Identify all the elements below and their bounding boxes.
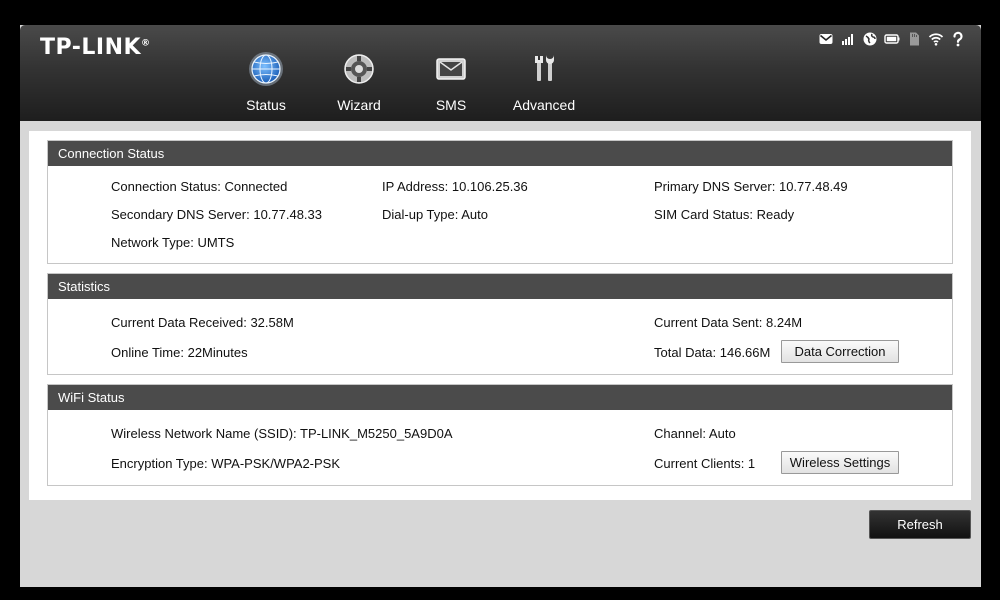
nav-advanced[interactable]: Advanced	[509, 51, 579, 119]
nav-label: Status	[246, 97, 286, 113]
current-clients-value: Current Clients: 1	[654, 456, 756, 471]
nav-label: Wizard	[337, 97, 381, 113]
connection-status-section: Connection Status Connection Status: Con…	[47, 140, 953, 264]
help-icon[interactable]	[950, 31, 966, 47]
mail-icon[interactable]	[818, 31, 834, 47]
wifi-icon	[928, 33, 944, 46]
statistics-section: Statistics Current Data Received: 32.58M…	[47, 273, 953, 375]
app-window: TP-LINK® Status Wizard SMS Advanced Conn…	[20, 25, 981, 587]
logo-registered-mark: ®	[141, 38, 151, 49]
logo-text: TP-LINK	[40, 35, 142, 60]
nav-status[interactable]: Status	[231, 51, 301, 119]
nav-label: SMS	[435, 97, 467, 113]
sd-card-icon	[910, 32, 919, 46]
signal-icon	[842, 34, 853, 45]
sim-status-value: SIM Card Status: Ready	[654, 207, 795, 222]
globe-icon	[249, 52, 283, 86]
encryption-type-value: Encryption Type: WPA-PSK/WPA2-PSK	[111, 456, 341, 471]
nav-sms[interactable]: SMS	[416, 51, 486, 119]
secondary-dns-value: Secondary DNS Server: 10.77.48.33	[111, 207, 323, 222]
wifi-status-section: WiFi Status Wireless Network Name (SSID)…	[47, 384, 953, 486]
section-header: Connection Status	[48, 141, 952, 166]
main-content: Connection Status Connection Status: Con…	[29, 131, 971, 500]
gear-icon	[344, 54, 374, 84]
nav-label: Advanced	[512, 97, 576, 113]
total-data-value: Total Data: 146.66M	[654, 345, 771, 360]
tp-link-logo: TP-LINK®	[40, 35, 151, 60]
device-status-icons	[818, 31, 966, 47]
data-sent-value: Current Data Sent: 8.24M	[654, 315, 803, 330]
dialup-type-value: Dial-up Type: Auto	[382, 207, 488, 222]
ssid-value: Wireless Network Name (SSID): TP-LINK_M5…	[111, 426, 453, 441]
ip-address-value: IP Address: 10.106.25.36	[382, 179, 528, 194]
primary-dns-value: Primary DNS Server: 10.77.48.49	[654, 179, 848, 194]
connection-status-value: Connection Status: Connected	[111, 179, 288, 194]
nav-wizard[interactable]: Wizard	[324, 51, 394, 119]
data-correction-button[interactable]: Data Correction	[781, 340, 899, 363]
globe-icon	[863, 32, 877, 46]
wireless-settings-button[interactable]: Wireless Settings	[781, 451, 899, 474]
section-header: WiFi Status	[48, 385, 952, 410]
battery-icon	[884, 34, 900, 44]
top-header: TP-LINK® Status Wizard SMS Advanced	[20, 25, 981, 121]
refresh-button[interactable]: Refresh	[869, 510, 971, 539]
online-time-value: Online Time: 22Minutes	[111, 345, 248, 360]
data-received-value: Current Data Received: 32.58M	[111, 315, 294, 330]
envelope-icon	[436, 58, 466, 80]
section-header: Statistics	[48, 274, 952, 299]
channel-value: Channel: Auto	[654, 426, 736, 441]
tools-icon	[535, 55, 554, 81]
network-type-value: Network Type: UMTS	[111, 235, 235, 250]
